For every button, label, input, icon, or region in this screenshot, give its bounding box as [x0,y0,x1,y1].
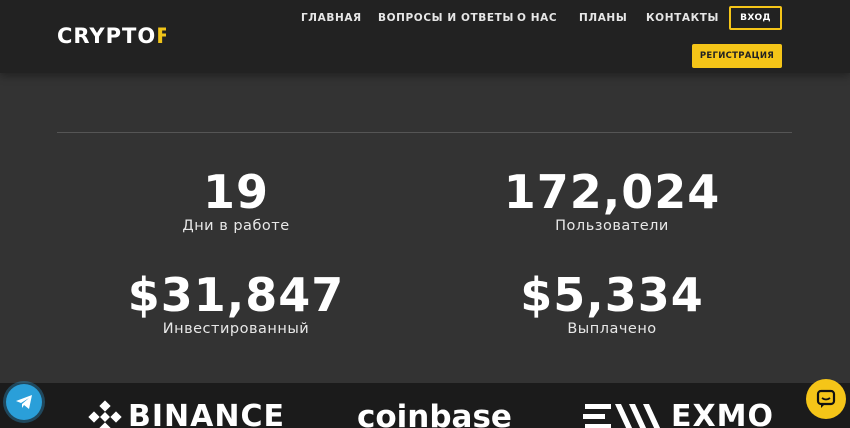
partner-name: coinbase [357,399,512,428]
stat-invested: $31,847 Инвестированный [66,270,406,338]
partner-exmo: EXMO [583,397,774,428]
stat-value: $31,847 [127,268,345,322]
nav-item-home[interactable]: ГЛАВНАЯ [301,11,362,25]
logo-accent-text: F.. [156,24,166,48]
telegram-icon [15,393,33,411]
stat-value: $5,334 [520,268,704,322]
exmo-icon [583,400,665,428]
partner-binance: BINANCE [88,397,285,428]
nav-item-about[interactable]: О НАС [517,11,557,25]
partners-strip: BINANCE coinbase EXMO [0,383,850,428]
nav-item-plans[interactable]: ПЛАНЫ [579,11,627,25]
telegram-button[interactable] [6,384,42,420]
chat-bubble-icon [816,389,836,409]
stat-paid-out: $5,334 Выплачено [442,270,782,338]
login-button[interactable]: ВХОД [729,6,782,30]
stat-label: Выплачено [567,321,657,337]
nav-item-faq[interactable]: ВОПРОСЫ И ОТВЕТЫ [378,11,514,25]
stat-days-online: 19 Дни в работе [66,167,406,235]
stat-label: Инвестированный [162,321,310,337]
logo-main-text: CRYPTO [57,24,157,48]
site-logo[interactable]: CRYPTOF.. [57,23,166,49]
stat-value: 19 [202,165,269,219]
stat-label: Дни в работе [182,218,290,234]
partner-name: EXMO [671,399,774,428]
stat-users: 172,024 Пользователи [442,167,782,235]
stat-label: Пользователи [555,218,669,234]
register-button[interactable]: РЕГИСТРАЦИЯ [692,44,782,68]
section-divider [57,132,792,133]
nav-item-contacts[interactable]: КОНТАКТЫ [646,11,719,25]
partner-name: BINANCE [128,399,285,428]
partner-coinbase: coinbase [357,397,512,428]
chat-widget-button[interactable] [806,379,846,419]
binance-icon [88,400,122,428]
site-header: CRYPTOF.. ГЛАВНАЯ ВОПРОСЫ И ОТВЕТЫ О НАС… [0,0,850,73]
stat-value: 172,024 [503,165,721,219]
